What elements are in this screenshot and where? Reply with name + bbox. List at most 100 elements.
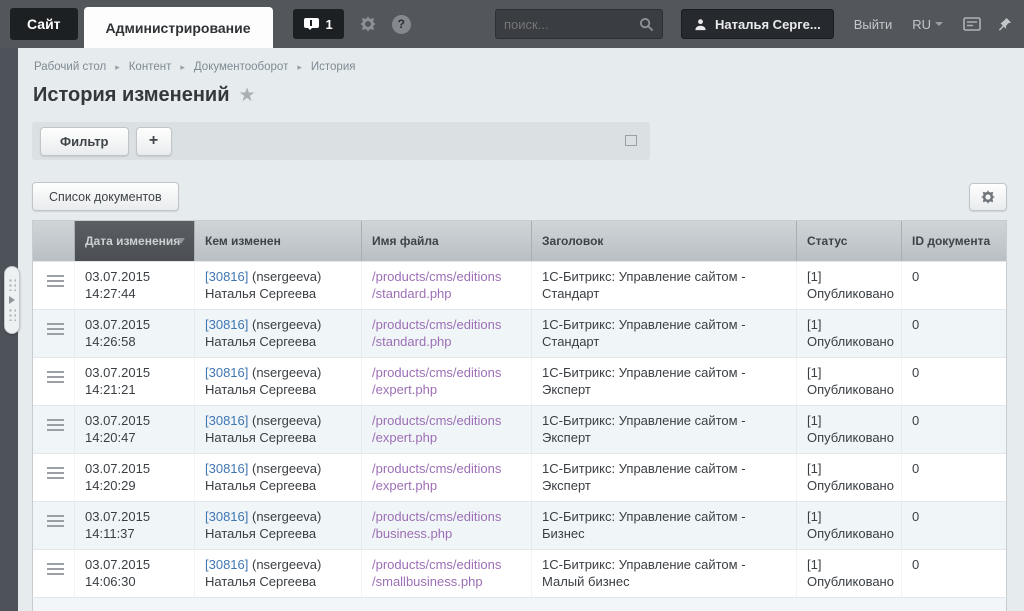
- header-status[interactable]: Статус: [797, 221, 902, 261]
- row-doc-id: 0: [902, 262, 1006, 309]
- header-user[interactable]: Кем изменен: [195, 221, 362, 261]
- notifications-button[interactable]: 1: [293, 9, 344, 39]
- breadcrumb-history[interactable]: История: [311, 61, 356, 73]
- table-footer-strip: [32, 597, 1007, 611]
- search-box[interactable]: [495, 9, 663, 39]
- breadcrumb: Рабочий стол ▸ Контент ▸ Документооборот…: [32, 61, 1024, 73]
- row-user-name: Наталья Сергеева: [205, 382, 351, 399]
- tab-site[interactable]: Сайт: [10, 8, 78, 40]
- row-user-name: Наталья Сергеева: [205, 430, 351, 447]
- pin-icon[interactable]: [997, 17, 1012, 32]
- row-menu-icon[interactable]: [47, 371, 64, 383]
- row-user-login: (nsergeeva): [252, 269, 321, 284]
- filter-settings-icon[interactable]: [625, 135, 637, 146]
- row-time: 14:20:47: [85, 430, 184, 447]
- user-id-link[interactable]: [30816]: [205, 365, 248, 380]
- table-row: 03.07.201514:06:30 [30816] (nsergeeva)На…: [33, 549, 1006, 597]
- gear-icon: [981, 190, 995, 204]
- breadcrumb-content[interactable]: Контент: [129, 61, 172, 73]
- header-file[interactable]: Имя файла: [362, 221, 532, 261]
- filter-panel: Фильтр +: [32, 122, 650, 160]
- file-link[interactable]: /products/cms/editions/standard.php: [372, 317, 501, 349]
- row-menu-icon[interactable]: [47, 467, 64, 479]
- user-id-link[interactable]: [30816]: [205, 557, 248, 572]
- user-id-link[interactable]: [30816]: [205, 461, 248, 476]
- row-doc-id: 0: [902, 310, 1006, 357]
- row-menu-icon[interactable]: [47, 323, 64, 335]
- user-id-link[interactable]: [30816]: [205, 269, 248, 284]
- row-menu-icon[interactable]: [47, 515, 64, 527]
- left-menu-toggle[interactable]: [4, 266, 20, 334]
- breadcrumb-desktop[interactable]: Рабочий стол: [34, 61, 106, 73]
- table-row: 03.07.201514:11:37 [30816] (nsergeeva)На…: [33, 501, 1006, 549]
- hotkeys-panel-icon[interactable]: [963, 17, 981, 31]
- help-icon[interactable]: ?: [392, 15, 411, 34]
- user-menu-button[interactable]: Наталья Серге...: [681, 9, 834, 39]
- add-filter-button[interactable]: +: [136, 127, 172, 156]
- table-row: 03.07.201514:20:29 [30816] (nsergeeva)На…: [33, 453, 1006, 501]
- file-link[interactable]: /products/cms/editions/business.php: [372, 509, 501, 541]
- row-user-name: Наталья Сергеева: [205, 286, 351, 303]
- sort-desc-icon: [177, 238, 185, 248]
- row-user-name: Наталья Сергеева: [205, 334, 351, 351]
- row-date: 03.07.2015: [85, 461, 184, 478]
- settings-gear-icon[interactable]: [360, 16, 376, 32]
- file-link[interactable]: /products/cms/editions/expert.php: [372, 365, 501, 397]
- row-user-name: Наталья Сергеева: [205, 526, 351, 543]
- row-date: 03.07.2015: [85, 317, 184, 334]
- user-id-link[interactable]: [30816]: [205, 509, 248, 524]
- table-row: 03.07.201514:27:44 [30816] (nsergeeva)На…: [33, 261, 1006, 309]
- breadcrumb-separator-icon: ▸: [297, 62, 302, 73]
- user-id-link[interactable]: [30816]: [205, 413, 248, 428]
- row-user-login: (nsergeeva): [252, 461, 321, 476]
- filter-button[interactable]: Фильтр: [40, 127, 129, 156]
- row-status: [1] Опубликовано: [797, 310, 902, 357]
- file-link[interactable]: /products/cms/editions/standard.php: [372, 269, 501, 301]
- row-doc-id: 0: [902, 454, 1006, 501]
- row-status: [1] Опубликовано: [797, 454, 902, 501]
- row-title: 1С-Битрикс: Управление сайтом - Стандарт: [532, 310, 797, 357]
- tab-document-list[interactable]: Список документов: [32, 182, 179, 211]
- notifications-count: 1: [326, 17, 333, 32]
- table-row: 03.07.201514:21:21 [30816] (nsergeeva)На…: [33, 357, 1006, 405]
- breadcrumb-separator-icon: ▸: [180, 62, 185, 73]
- expand-arrow-icon: [9, 296, 19, 304]
- page-title: История изменений: [33, 84, 230, 107]
- language-selector[interactable]: RU: [912, 17, 943, 32]
- file-link[interactable]: /products/cms/editions/smallbusiness.php: [372, 557, 501, 589]
- row-status: [1] Опубликовано: [797, 262, 902, 309]
- logout-link[interactable]: Выйти: [854, 17, 893, 32]
- header-title[interactable]: Заголовок: [532, 221, 797, 261]
- file-link[interactable]: /products/cms/editions/expert.php: [372, 413, 501, 445]
- row-date: 03.07.2015: [85, 413, 184, 430]
- grid-settings-button[interactable]: [969, 183, 1007, 211]
- row-user-login: (nsergeeva): [252, 413, 321, 428]
- row-title: 1С-Битрикс: Управление сайтом - Эксперт: [532, 454, 797, 501]
- breadcrumb-workflow[interactable]: Документооборот: [194, 61, 288, 73]
- header-menu-column: [33, 221, 75, 261]
- row-user-login: (nsergeeva): [252, 317, 321, 332]
- row-menu-icon[interactable]: [47, 563, 64, 575]
- row-time: 14:11:37: [85, 526, 184, 543]
- header-date[interactable]: Дата изменения: [75, 221, 195, 261]
- notification-bubble-icon: [304, 18, 319, 31]
- row-status: [1] Опубликовано: [797, 406, 902, 453]
- row-status: [1] Опубликовано: [797, 502, 902, 549]
- row-time: 14:20:29: [85, 478, 184, 495]
- row-menu-icon[interactable]: [47, 275, 64, 287]
- search-icon: [639, 17, 654, 32]
- file-link[interactable]: /products/cms/editions/expert.php: [372, 461, 501, 493]
- table-row: 03.07.201514:20:47 [30816] (nsergeeva) На…: [33, 405, 1006, 453]
- row-date: 03.07.2015: [85, 269, 184, 286]
- chevron-down-icon: [935, 22, 943, 30]
- tab-administration[interactable]: Администрирование: [84, 7, 273, 48]
- row-menu-icon[interactable]: [47, 419, 64, 431]
- header-id[interactable]: ID документа: [902, 221, 1006, 261]
- row-date: 03.07.2015: [85, 557, 184, 574]
- user-name: Наталья Серге...: [715, 17, 821, 32]
- row-title: 1С-Битрикс: Управление сайтом - Малый би…: [532, 550, 797, 597]
- drag-dots-icon: [9, 309, 16, 321]
- search-input[interactable]: [504, 17, 639, 32]
- user-id-link[interactable]: [30816]: [205, 317, 248, 332]
- favorite-star-icon[interactable]: ★: [239, 84, 256, 107]
